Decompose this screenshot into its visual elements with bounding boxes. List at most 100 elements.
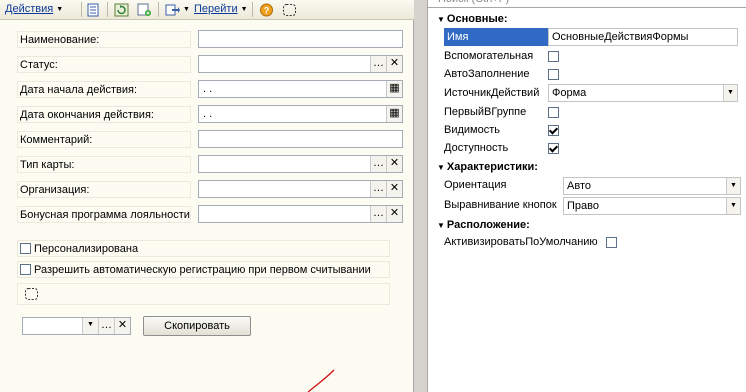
start-date-input[interactable]: . . ▦ <box>198 80 403 98</box>
bottom-select-input[interactable]: ▼ … ✕ <box>22 317 131 335</box>
status-select-button[interactable]: … <box>370 56 386 72</box>
copy-button[interactable]: Скопировать <box>143 316 251 336</box>
bottom-clear-button[interactable]: ✕ <box>114 318 130 334</box>
organization-select-button[interactable]: … <box>370 181 386 197</box>
loyalty-clear-button[interactable]: ✕ <box>386 206 402 222</box>
properties-panel: Поиск (Ctrl+F) ▼Основные: Имя ОсновныеДе… <box>427 0 746 392</box>
chevron-down-icon: ▼ <box>240 6 248 13</box>
name-input[interactable] <box>198 30 403 48</box>
section-placement-title: Расположение: <box>446 219 530 231</box>
property-default-checkbox[interactable] <box>606 237 617 248</box>
property-visible-label: Видимость <box>444 124 500 136</box>
field-label-loyalty-program: Бонусная программа лояльности: <box>17 206 191 223</box>
property-align-select[interactable]: Право ▼ <box>563 197 741 215</box>
loyalty-select-button[interactable]: … <box>370 206 386 222</box>
status-input[interactable]: … ✕ <box>198 55 403 73</box>
property-source-label: ИсточникДействий <box>444 87 540 99</box>
calendar-icon[interactable]: ▦ <box>386 106 402 122</box>
loyalty-program-input[interactable]: … ✕ <box>198 205 403 223</box>
end-date-input[interactable]: . . ▦ <box>198 105 403 123</box>
select-frame-icon[interactable] <box>282 2 297 17</box>
properties-search-input[interactable]: Поиск (Ctrl+F) <box>428 0 746 8</box>
import-icon <box>165 4 180 15</box>
actions-menu[interactable]: Действия ▼ <box>5 2 63 17</box>
property-orientation-value: Авто <box>567 180 591 192</box>
chevron-down-icon: ▼ <box>183 6 190 13</box>
status-clear-button[interactable]: ✕ <box>386 56 402 72</box>
toolbar-separator <box>107 2 108 17</box>
property-enabled-checkbox[interactable] <box>548 143 559 154</box>
property-align-label: Выравнивание кнопок <box>444 199 557 211</box>
section-characteristics[interactable]: ▼ Характеристики: <box>428 159 746 175</box>
section-main[interactable]: ▼ Основные: <box>428 11 746 27</box>
start-date-value: . . <box>203 83 213 95</box>
new-window-icon[interactable] <box>137 2 152 17</box>
organization-input[interactable]: … ✕ <box>198 180 403 198</box>
property-default-label: АктивизироватьПоУмолчанию <box>444 236 598 248</box>
chevron-down-icon[interactable]: ▼ <box>82 318 98 334</box>
goto-menu-label: Перейти <box>194 3 238 15</box>
chevron-down-icon: ▼ <box>56 6 64 13</box>
field-label-organization: Организация: <box>17 181 191 198</box>
organization-clear-button[interactable]: ✕ <box>386 181 402 197</box>
end-date-value: . . <box>203 108 213 120</box>
comment-input[interactable] <box>198 130 403 148</box>
calendar-icon[interactable]: ▦ <box>386 81 402 97</box>
property-source-value: Форма <box>552 87 587 99</box>
help-icon[interactable]: ? <box>259 2 274 17</box>
goto-menu[interactable]: Перейти ▼ <box>194 2 248 17</box>
property-enabled-label: Доступность <box>444 142 509 154</box>
property-first-in-group-label: ПервыйВГруппе <box>444 106 527 118</box>
property-source-select[interactable]: Форма ▼ <box>548 84 738 102</box>
section-main-title: Основные: <box>446 13 508 25</box>
chevron-down-icon[interactable]: ▼ <box>726 198 740 214</box>
auto-register-label: Разрешить автоматическую регистрацию при… <box>34 264 371 276</box>
card-type-select-button[interactable]: … <box>370 156 386 172</box>
import-menu[interactable]: ▼ <box>165 2 190 17</box>
field-label-status: Статус: <box>17 56 191 73</box>
form-list-icon[interactable] <box>86 2 101 17</box>
auto-register-checkbox[interactable] <box>20 263 31 275</box>
card-type-clear-button[interactable]: ✕ <box>386 156 402 172</box>
toolbar-separator <box>158 2 159 17</box>
property-visible-checkbox[interactable] <box>548 125 559 136</box>
field-label-end-date: Дата окончания действия: <box>17 106 191 123</box>
toolbar-separator <box>81 2 82 17</box>
card-type-input[interactable]: … ✕ <box>198 155 403 173</box>
command-panel-area <box>17 283 390 305</box>
field-label-card-type: Тип карты: <box>17 156 191 173</box>
property-orientation-label: Ориентация <box>444 179 507 191</box>
chevron-down-icon[interactable]: ▼ <box>726 178 740 194</box>
property-auxiliary-label: Вспомогательная <box>444 50 534 62</box>
refresh-icon[interactable] <box>114 2 129 17</box>
field-label-comment: Комментарий: <box>17 131 191 148</box>
personalized-label: Персонализирована <box>34 243 139 255</box>
collapse-triangle-icon: ▼ <box>437 15 445 24</box>
property-name-input[interactable]: ОсновныеДействияФормы <box>548 28 738 46</box>
property-first-in-group-checkbox[interactable] <box>548 107 559 118</box>
property-autofill-label: АвтоЗаполнение <box>444 68 530 80</box>
section-placement[interactable]: ▼ Расположение: <box>428 217 746 233</box>
form-toolbar: Действия ▼ ▼ Перейти ▼ ? <box>0 0 414 20</box>
field-label-name: Наименование: <box>17 31 191 48</box>
personalized-checkbox[interactable] <box>20 242 31 254</box>
auto-register-checkbox-row[interactable]: Разрешить автоматическую регистрацию при… <box>17 261 390 278</box>
section-characteristics-title: Характеристики: <box>446 161 538 173</box>
property-auxiliary-checkbox[interactable] <box>548 51 559 62</box>
chevron-down-icon[interactable]: ▼ <box>723 85 737 101</box>
form-editor: Действия ▼ ▼ Перейти ▼ ? Наименование: С… <box>0 0 414 392</box>
collapse-triangle-icon: ▼ <box>437 163 445 172</box>
toolbar-separator <box>252 2 253 17</box>
select-frame-icon[interactable] <box>24 287 39 301</box>
actions-menu-label: Действия <box>5 3 54 15</box>
property-autofill-checkbox[interactable] <box>548 69 559 80</box>
svg-text:?: ? <box>264 5 270 15</box>
red-annotation-stroke <box>307 369 335 392</box>
collapse-triangle-icon: ▼ <box>437 221 445 230</box>
field-label-start-date: Дата начала действия: <box>17 81 191 98</box>
bottom-select-button[interactable]: … <box>98 318 114 334</box>
property-name-label: Имя <box>447 31 469 43</box>
property-orientation-select[interactable]: Авто ▼ <box>563 177 741 195</box>
property-align-value: Право <box>567 200 599 212</box>
personalized-checkbox-row[interactable]: Персонализирована <box>17 240 390 257</box>
